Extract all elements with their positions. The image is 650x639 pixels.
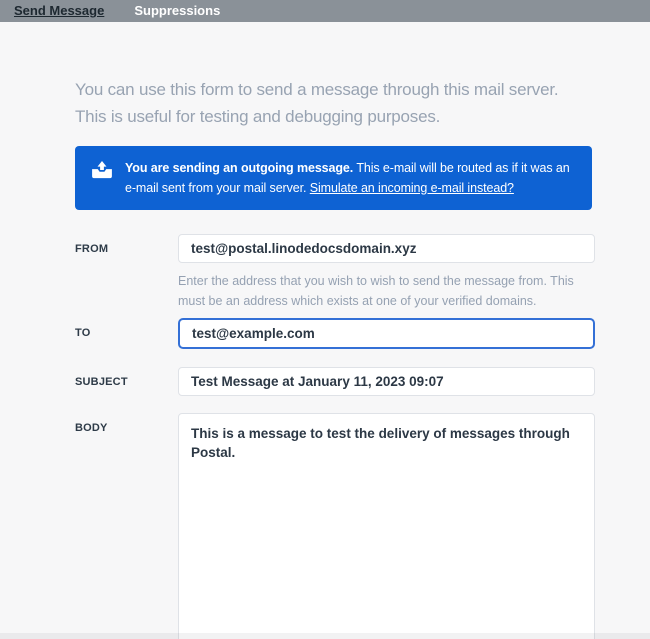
subject-label: SUBJECT xyxy=(75,367,178,388)
send-message-form: FROM Enter the address that you wish to … xyxy=(75,234,595,639)
subject-field-row: SUBJECT xyxy=(75,367,595,396)
body-field-row: BODY This is a message to test the deliv… xyxy=(75,413,595,639)
banner-bold-text: You are sending an outgoing message. xyxy=(125,161,353,175)
to-label: TO xyxy=(75,318,178,339)
outbox-send-icon xyxy=(91,161,115,181)
tab-suppressions[interactable]: Suppressions xyxy=(134,0,220,22)
from-input[interactable] xyxy=(178,234,595,263)
to-field-row: TO xyxy=(75,318,595,349)
subject-input[interactable] xyxy=(178,367,595,396)
to-input[interactable] xyxy=(178,318,595,349)
simulate-incoming-link[interactable]: Simulate an incoming e-mail instead? xyxy=(310,181,514,195)
top-navbar: Send Message Suppressions xyxy=(0,0,650,22)
outgoing-message-banner: You are sending an outgoing message. Thi… xyxy=(75,146,592,210)
body-label: BODY xyxy=(75,413,178,434)
banner-text: You are sending an outgoing message. Thi… xyxy=(125,158,580,198)
page-intro-text: You can use this form to send a message … xyxy=(75,76,582,130)
tab-send-message[interactable]: Send Message xyxy=(14,0,104,22)
body-textarea[interactable]: This is a message to test the delivery o… xyxy=(178,413,595,639)
send-message-page: You can use this form to send a message … xyxy=(0,22,650,639)
from-field-row: FROM Enter the address that you wish to … xyxy=(75,234,595,311)
from-help-text: Enter the address that you wish to wish … xyxy=(178,271,582,311)
from-label: FROM xyxy=(75,234,178,255)
